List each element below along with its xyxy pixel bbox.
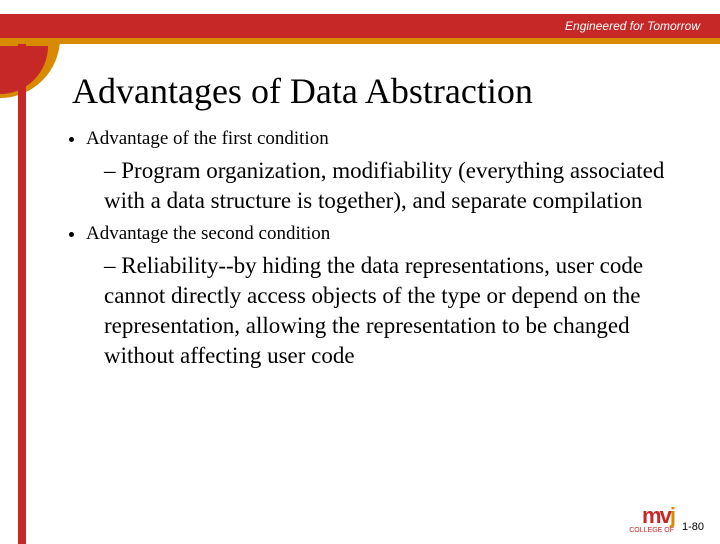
slide-content: Advantages of Data Abstraction Advantage…: [72, 70, 680, 377]
sub-list-item: Program organization, modifiability (eve…: [104, 156, 680, 216]
bullet-text: Advantage the second condition: [86, 223, 330, 244]
bullet-text: Advantage of the first condition: [86, 128, 329, 149]
sub-list: Program organization, modifiability (eve…: [104, 156, 680, 216]
left-strip: [18, 44, 26, 544]
page-number: 1-80: [680, 520, 706, 534]
slide-footer: mvj COLLEGE OF 1-80: [629, 505, 706, 534]
list-item: Advantage of the first condition Program…: [86, 126, 680, 215]
accent-bar: [0, 38, 720, 44]
logo-text-top: COLLEGE OF: [629, 527, 674, 534]
page-title: Advantages of Data Abstraction: [72, 70, 680, 112]
tagline: Engineered for Tomorrow: [565, 19, 700, 33]
corner-swoosh: [0, 38, 60, 98]
institution-logo: mvj COLLEGE OF: [629, 505, 674, 534]
top-banner: Engineered for Tomorrow: [0, 14, 720, 38]
sub-list: Reliability--by hiding the data represen…: [104, 251, 680, 371]
bullet-list: Advantage of the first condition Program…: [86, 126, 680, 371]
sub-list-item: Reliability--by hiding the data represen…: [104, 251, 680, 371]
list-item: Advantage the second condition Reliabili…: [86, 221, 680, 370]
logo-mark: mvj: [642, 505, 674, 527]
